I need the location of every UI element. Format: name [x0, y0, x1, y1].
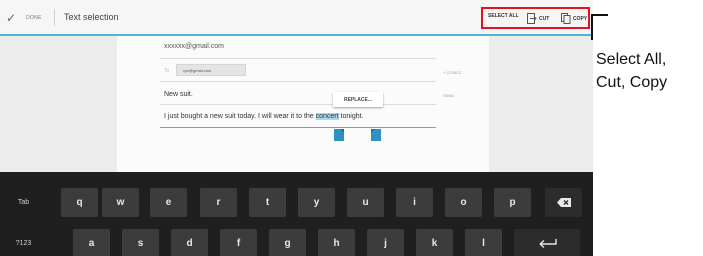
divider	[160, 81, 436, 82]
key-r[interactable]: r	[200, 188, 237, 217]
key-o[interactable]: o	[445, 188, 482, 217]
cc-bcc-link[interactable]: + CC/BCC	[443, 70, 462, 75]
callout-label: Select All, Cut, Copy	[596, 48, 667, 94]
divider	[54, 9, 55, 26]
key-u[interactable]: u	[347, 188, 384, 217]
selection-start-handle[interactable]	[332, 129, 346, 143]
body-field-underline	[160, 127, 436, 128]
selection-end-handle[interactable]	[369, 129, 383, 143]
key-k[interactable]: k	[416, 229, 453, 256]
key-q[interactable]: q	[61, 188, 98, 217]
callout-leader-line	[591, 14, 593, 40]
on-screen-keyboard: Tab q w e r t y u i o p ?123 a s d f g h…	[0, 172, 593, 256]
key-tab[interactable]: Tab	[5, 188, 42, 217]
key-e[interactable]: e	[150, 188, 187, 217]
selected-text[interactable]: concert	[315, 113, 339, 120]
key-j[interactable]: j	[367, 229, 404, 256]
divider	[160, 104, 436, 105]
key-symbols[interactable]: ?123	[5, 229, 42, 256]
send-button[interactable]: SEND	[443, 93, 454, 98]
callout-line-1: Select All,	[596, 51, 667, 68]
key-s[interactable]: s	[122, 229, 159, 256]
key-w[interactable]: w	[102, 188, 139, 217]
key-backspace[interactable]	[545, 188, 582, 217]
to-label: To	[164, 68, 170, 74]
replace-button[interactable]: REPLACE...	[333, 92, 383, 107]
recipient-chip[interactable]: xyz@gmail.com	[176, 64, 246, 76]
action-mode-title: Text selection	[64, 12, 119, 22]
key-p[interactable]: p	[494, 188, 531, 217]
key-d[interactable]: d	[171, 229, 208, 256]
key-h[interactable]: h	[318, 229, 355, 256]
body-text-after: tonight.	[338, 113, 364, 120]
key-a[interactable]: a	[73, 229, 110, 256]
key-f[interactable]: f	[220, 229, 257, 256]
key-g[interactable]: g	[269, 229, 306, 256]
backspace-icon	[556, 198, 571, 207]
enter-icon	[539, 238, 557, 248]
checkmark-icon: ✓	[6, 11, 17, 25]
done-label: DONE	[26, 15, 42, 21]
body-text-before: I just bought a new suit today. I will w…	[164, 113, 316, 120]
subject-field[interactable]: New suit.	[164, 91, 193, 98]
key-i[interactable]: i	[396, 188, 433, 217]
done-button[interactable]: ✓ DONE	[6, 10, 42, 26]
key-t[interactable]: t	[249, 188, 286, 217]
callout-leader-line	[593, 14, 608, 16]
key-l[interactable]: l	[465, 229, 502, 256]
message-body[interactable]: I just bought a new suit today. I will w…	[164, 113, 364, 120]
divider	[160, 58, 436, 59]
from-account[interactable]: xxxxxx@gmail.com	[164, 43, 224, 50]
callout-line-2: Cut, Copy	[596, 74, 668, 91]
key-y[interactable]: y	[298, 188, 335, 217]
tablet-screen: ✓ DONE Text selection SELECT ALL CUT COP…	[0, 0, 593, 256]
key-enter[interactable]	[514, 229, 580, 256]
callout-highlight-box	[481, 7, 590, 29]
